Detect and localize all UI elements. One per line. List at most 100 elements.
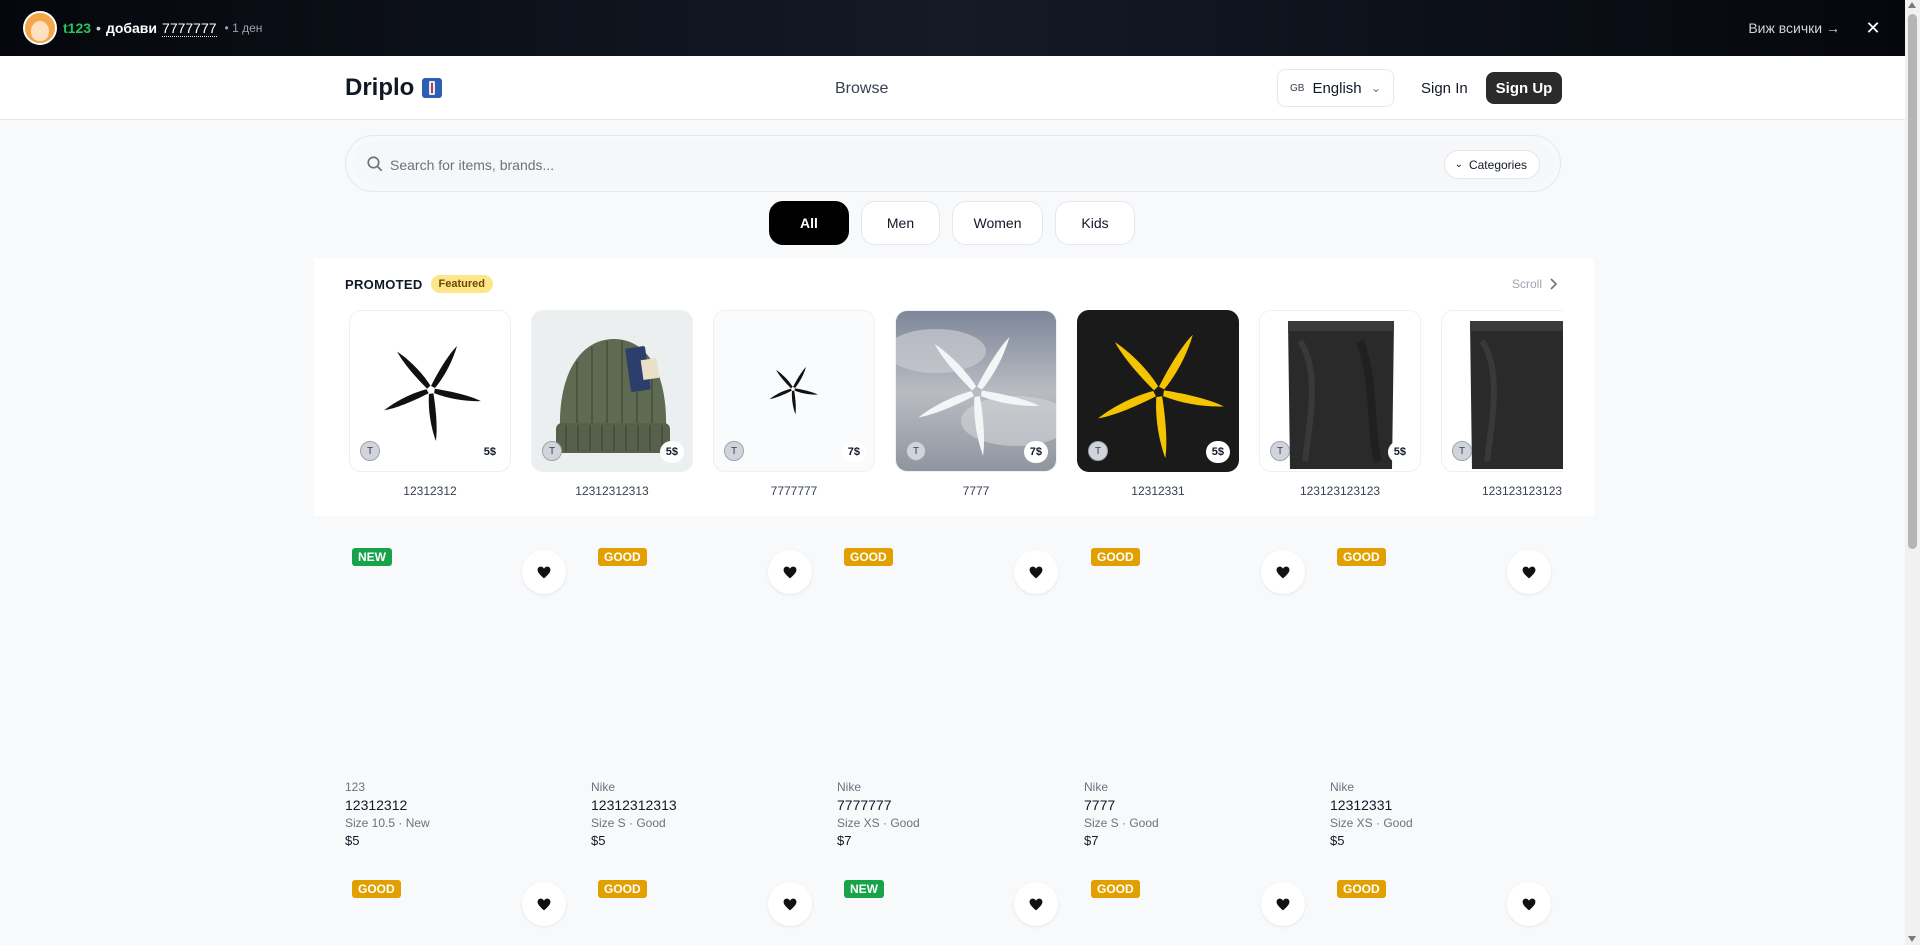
seller-avatar: T (360, 441, 380, 461)
page-scrollbar[interactable] (1905, 0, 1920, 945)
price-tag: 5$ (659, 441, 684, 463)
seller-avatar: T (542, 441, 562, 461)
product-brand: Nike (1330, 780, 1355, 794)
favorite-button[interactable] (1014, 550, 1058, 594)
categories-label: Categories (1468, 157, 1527, 172)
favorite-button[interactable] (1507, 882, 1551, 926)
condition-badge: GOOD (844, 548, 893, 566)
language-selector[interactable]: GB English ⌄ (1277, 69, 1394, 107)
product-meta: Nike 12312312313 Size S · Good $5 (591, 780, 677, 848)
product-details: Size XS · Good (837, 816, 920, 830)
promoted-carousel: T 5$ 12312312 T 5$ 12312312313 T 7$ 7777… (345, 310, 1563, 510)
promoted-card[interactable]: T 5$ 12312312313 (531, 310, 693, 498)
promoted-name: 123123123123 (1299, 484, 1381, 498)
categories-button[interactable]: ⌄ Categories (1443, 150, 1540, 179)
sign-up-button[interactable]: Sign Up (1486, 72, 1562, 104)
seller-avatar: T (1088, 441, 1108, 461)
promoted-card[interactable]: T 5$ 12312331 (1077, 310, 1239, 498)
promoted-section: PROMOTED Featured Scroll T 5$ 12312312 T… (314, 258, 1594, 516)
heart-icon (537, 898, 551, 910)
promoted-image: T 7$ (713, 310, 875, 472)
product-details: Size XS · Good (1330, 816, 1413, 830)
condition-badge: GOOD (1091, 548, 1140, 566)
product-title[interactable]: 7777 (1084, 797, 1159, 813)
scroll-button[interactable]: Scroll (1512, 277, 1558, 291)
heart-icon (1029, 566, 1043, 578)
product-price: $5 (1330, 833, 1345, 848)
sign-in-button[interactable]: Sign In (1421, 80, 1468, 97)
browse-link[interactable]: Browse (835, 80, 888, 98)
notification-bar: t123 • добави 7777777 • 1 ден Виж всички… (0, 0, 1905, 56)
product-meta: Nike 12312331 Size XS · Good $5 (1330, 780, 1413, 848)
product-title[interactable]: 12312312313 (591, 797, 677, 813)
promoted-name: 12312312 (403, 484, 457, 498)
scroll-down-arrow-icon[interactable] (1908, 936, 1916, 942)
promoted-card[interactable]: T 123123123123 (1441, 310, 1563, 498)
promoted-image: T 5$ (349, 310, 511, 472)
product-price: $7 (837, 833, 852, 848)
favorite-button[interactable] (768, 550, 812, 594)
condition-badge: GOOD (598, 548, 647, 566)
tab-men[interactable]: Men (861, 201, 940, 245)
promoted-card[interactable]: T 5$ 123123123123 (1259, 310, 1421, 498)
chevron-down-icon: ⌄ (1454, 159, 1463, 170)
heart-icon (1276, 898, 1290, 910)
favorite-button[interactable] (1014, 882, 1058, 926)
heart-icon (1522, 898, 1536, 910)
promoted-name: 123123123123 (1481, 484, 1563, 498)
heart-icon (1029, 898, 1043, 910)
heart-icon (1276, 566, 1290, 578)
product-price: $5 (345, 833, 360, 848)
notification-time: • 1 ден (224, 21, 263, 35)
seller-avatar: T (1270, 441, 1290, 461)
price-tag: 5$ (1205, 441, 1230, 463)
product-price: $5 (591, 833, 606, 848)
user-avatar[interactable] (23, 11, 57, 45)
favorite-button[interactable] (1261, 882, 1305, 926)
favorite-button[interactable] (522, 550, 566, 594)
view-all-link[interactable]: Виж всички → (1748, 20, 1840, 36)
condition-badge: GOOD (1337, 548, 1386, 566)
product-title[interactable]: 7777777 (837, 797, 920, 813)
heart-icon (783, 898, 797, 910)
notification-user[interactable]: t123 (63, 20, 91, 36)
favorite-button[interactable] (522, 882, 566, 926)
product-brand: 123 (345, 780, 366, 794)
product-brand: Nike (837, 780, 862, 794)
favorite-button[interactable] (768, 882, 812, 926)
product-title[interactable]: 12312312 (345, 797, 430, 813)
promoted-image: T 5$ (531, 310, 693, 472)
logo-text: Driplo (345, 74, 415, 101)
product-details: Size S · Good (591, 816, 666, 830)
seller-avatar: T (906, 441, 926, 461)
close-icon[interactable]: ✕ (1864, 18, 1882, 39)
condition-badge: GOOD (1091, 880, 1140, 898)
promoted-title: PROMOTED (345, 276, 423, 292)
tab-women[interactable]: Women (952, 201, 1043, 245)
scroll-up-arrow-icon[interactable] (1908, 2, 1916, 8)
search-input[interactable] (390, 151, 1390, 178)
chevron-right-icon (1550, 278, 1558, 290)
promoted-card[interactable]: T 5$ 12312312 (349, 310, 511, 498)
favorite-button[interactable] (1507, 550, 1551, 594)
notification-target-link[interactable]: 7777777 (162, 20, 217, 37)
chevron-down-icon: ⌄ (1370, 81, 1381, 95)
promoted-name: 7777777 (770, 484, 818, 498)
promoted-image: T 5$ (1077, 310, 1239, 472)
promoted-header: PROMOTED Featured (345, 275, 493, 293)
promoted-image: T (1441, 310, 1563, 472)
heart-icon (537, 566, 551, 578)
scroll-label: Scroll (1511, 277, 1542, 291)
heart-icon (1522, 566, 1536, 578)
scrollbar-thumb[interactable] (1908, 14, 1917, 549)
promoted-card[interactable]: T 7$ 7777777 (713, 310, 875, 498)
tab-kids[interactable]: Kids (1055, 201, 1135, 245)
tab-all[interactable]: All (769, 201, 849, 245)
product-meta: Nike 7777777 Size XS · Good $7 (837, 780, 920, 848)
product-title[interactable]: 12312331 (1330, 797, 1413, 813)
product-meta: 123 12312312 Size 10.5 · New $5 (345, 780, 430, 848)
promoted-card[interactable]: T 7$ 7777 (895, 310, 1057, 498)
condition-badge: GOOD (352, 880, 401, 898)
favorite-button[interactable] (1261, 550, 1305, 594)
logo[interactable]: Driplo (345, 74, 443, 102)
